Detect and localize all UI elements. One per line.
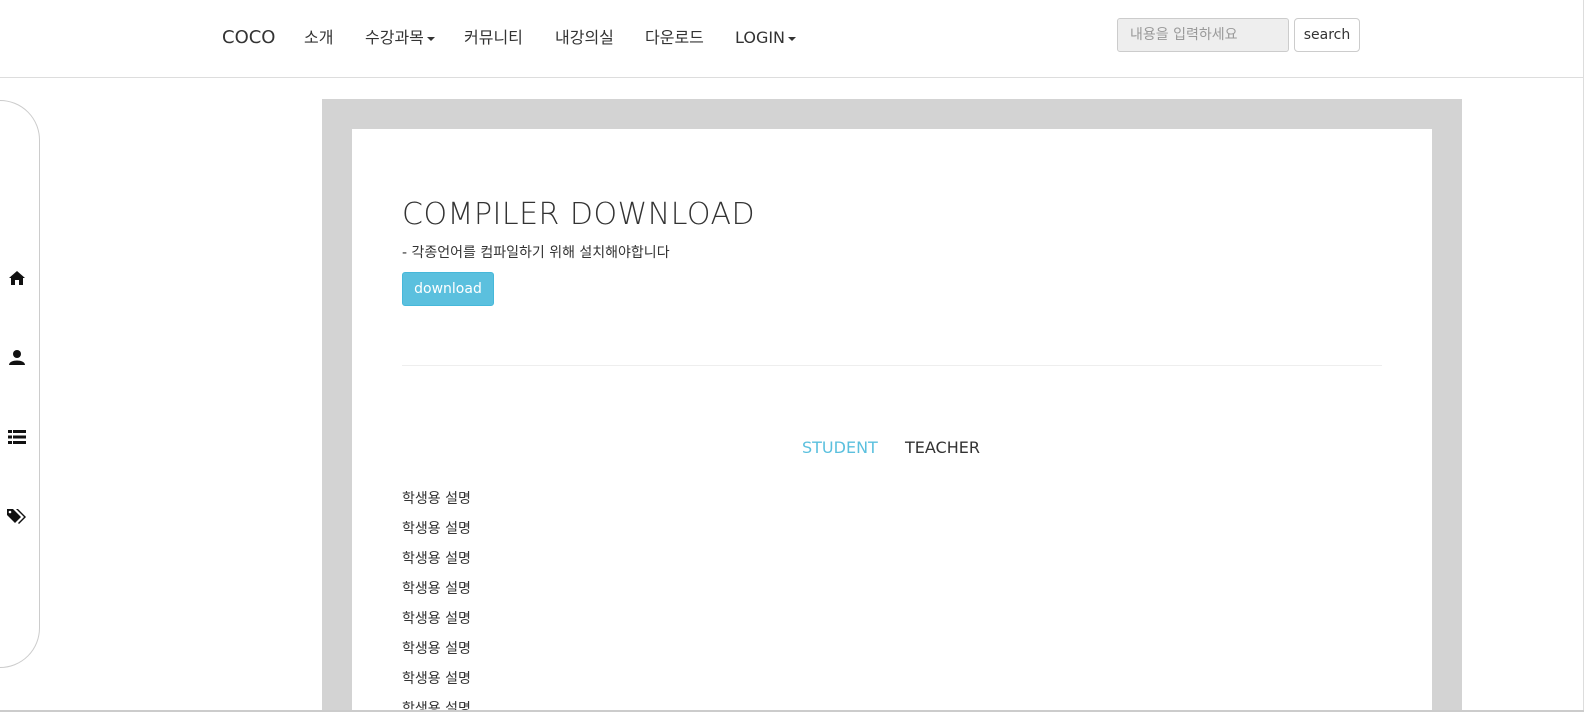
nav-item-label: 수강과목 [365,28,424,47]
list-item: 학생용 설명 [402,611,471,627]
side-quick-menu [0,100,40,668]
section-divider [402,365,1382,366]
list-item: 학생용 설명 [402,491,471,507]
page-subtitle: - 각종언어를 컴파일하기 위해 설치해야합니다 [402,245,670,261]
top-navbar: COCO 소개 수강과목 커뮤니티 내강의실 다운로드 LOGIN search [0,0,1584,78]
nav-item-my-classroom[interactable]: 내강의실 [555,27,614,49]
nav-item-login[interactable]: LOGIN [735,27,797,49]
nav-item-community[interactable]: 커뮤니티 [464,27,523,49]
list-item: 학생용 설명 [402,521,471,537]
caret-down-icon [426,36,435,41]
list-item: 학생용 설명 [402,551,471,567]
nav-brand[interactable]: COCO [222,27,275,49]
nav-item-label: 소개 [304,28,334,47]
search-input[interactable] [1117,18,1289,52]
home-icon[interactable] [7,268,27,288]
content-frame: COMPILER DOWNLOAD - 각종언어를 컴파일하기 위해 설치해야합… [322,99,1462,712]
user-icon[interactable] [7,347,27,367]
description-list: 학생용 설명 학생용 설명 학생용 설명 학생용 설명 학생용 설명 학생용 설… [402,489,471,712]
list-icon[interactable] [7,427,27,447]
nav-item-intro[interactable]: 소개 [304,27,333,49]
list-item: 학생용 설명 [402,671,471,687]
nav-item-label: 커뮤니티 [464,28,523,47]
tags-icon[interactable] [7,506,27,526]
list-item: 학생용 설명 [402,641,471,657]
content-card: COMPILER DOWNLOAD - 각종언어를 컴파일하기 위해 설치해야합… [352,129,1432,712]
nav-item-courses[interactable]: 수강과목 [365,27,435,49]
list-item: 학생용 설명 [402,581,471,597]
caret-down-icon [788,36,797,41]
nav-item-download[interactable]: 다운로드 [645,27,704,49]
download-button[interactable]: download [402,272,494,306]
nav-item-label: 내강의실 [555,28,614,47]
search-button[interactable]: search [1294,18,1360,52]
page-title: COMPILER DOWNLOAD [402,197,756,232]
nav-item-label: 다운로드 [645,28,704,47]
tab-teacher[interactable]: TEACHER [905,438,980,457]
nav-item-label: LOGIN [735,28,786,47]
tab-student[interactable]: STUDENT [802,438,878,457]
